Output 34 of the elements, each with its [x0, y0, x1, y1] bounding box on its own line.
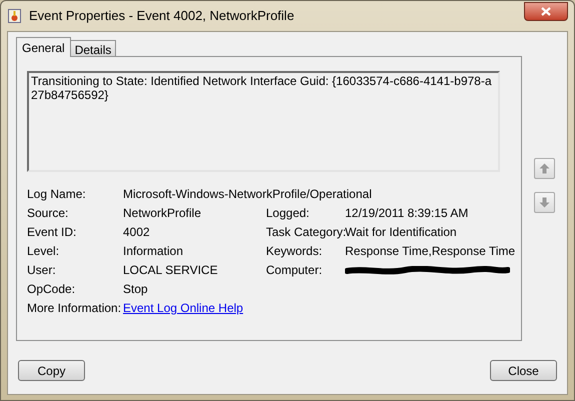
close-button[interactable]: [524, 2, 568, 20]
field-value: Information: [123, 243, 184, 260]
up-arrow-icon: [539, 163, 550, 174]
previous-button[interactable]: [534, 158, 555, 179]
field-label: Computer:: [266, 262, 324, 279]
tab[interactable]: Details: [70, 40, 116, 57]
field-value: Microsoft-Windows-NetworkProfile/Operational: [123, 186, 372, 203]
next-button[interactable]: [534, 192, 555, 213]
field-value: NetworkProfile: [123, 205, 202, 222]
field-label: Event ID:: [27, 224, 78, 241]
help-link[interactable]: Event Log Online Help: [123, 299, 244, 318]
close-icon: [541, 6, 551, 16]
event-log-icon: [7, 8, 23, 24]
description-box[interactable]: Transitioning to State: Identified Network Interface Guid: {16033574-c686-4141-b978-a27b84756592}: [27, 71, 500, 172]
dialog-button[interactable]: Close: [490, 360, 557, 381]
field-value: Wait for Identification: [345, 224, 457, 241]
field-label: Task Category:: [266, 224, 345, 241]
down-arrow-icon: [539, 197, 550, 208]
field-label: Source:: [27, 205, 70, 222]
field-value: LOCAL SERVICE: [123, 262, 218, 279]
tab[interactable]: General: [16, 37, 71, 57]
field-label: More Information:: [27, 300, 122, 317]
field-label: Logged:: [266, 205, 310, 222]
field-value: 12/19/2011 8:39:15 AM: [345, 205, 468, 222]
window-title: Event Properties - Event 4002, NetworkProfile: [29, 7, 294, 26]
dialog-button[interactable]: Copy: [18, 360, 85, 381]
field-value: Stop: [123, 281, 148, 298]
field-value: Response Time,Response Time: [345, 243, 516, 260]
field-label: Log Name:: [27, 186, 87, 203]
field-label: Keywords:: [266, 243, 324, 260]
field-label: Level:: [27, 243, 60, 260]
field-value: 4002: [123, 224, 150, 241]
field-label: OpCode:: [27, 281, 76, 298]
field-label: User:: [27, 262, 57, 279]
